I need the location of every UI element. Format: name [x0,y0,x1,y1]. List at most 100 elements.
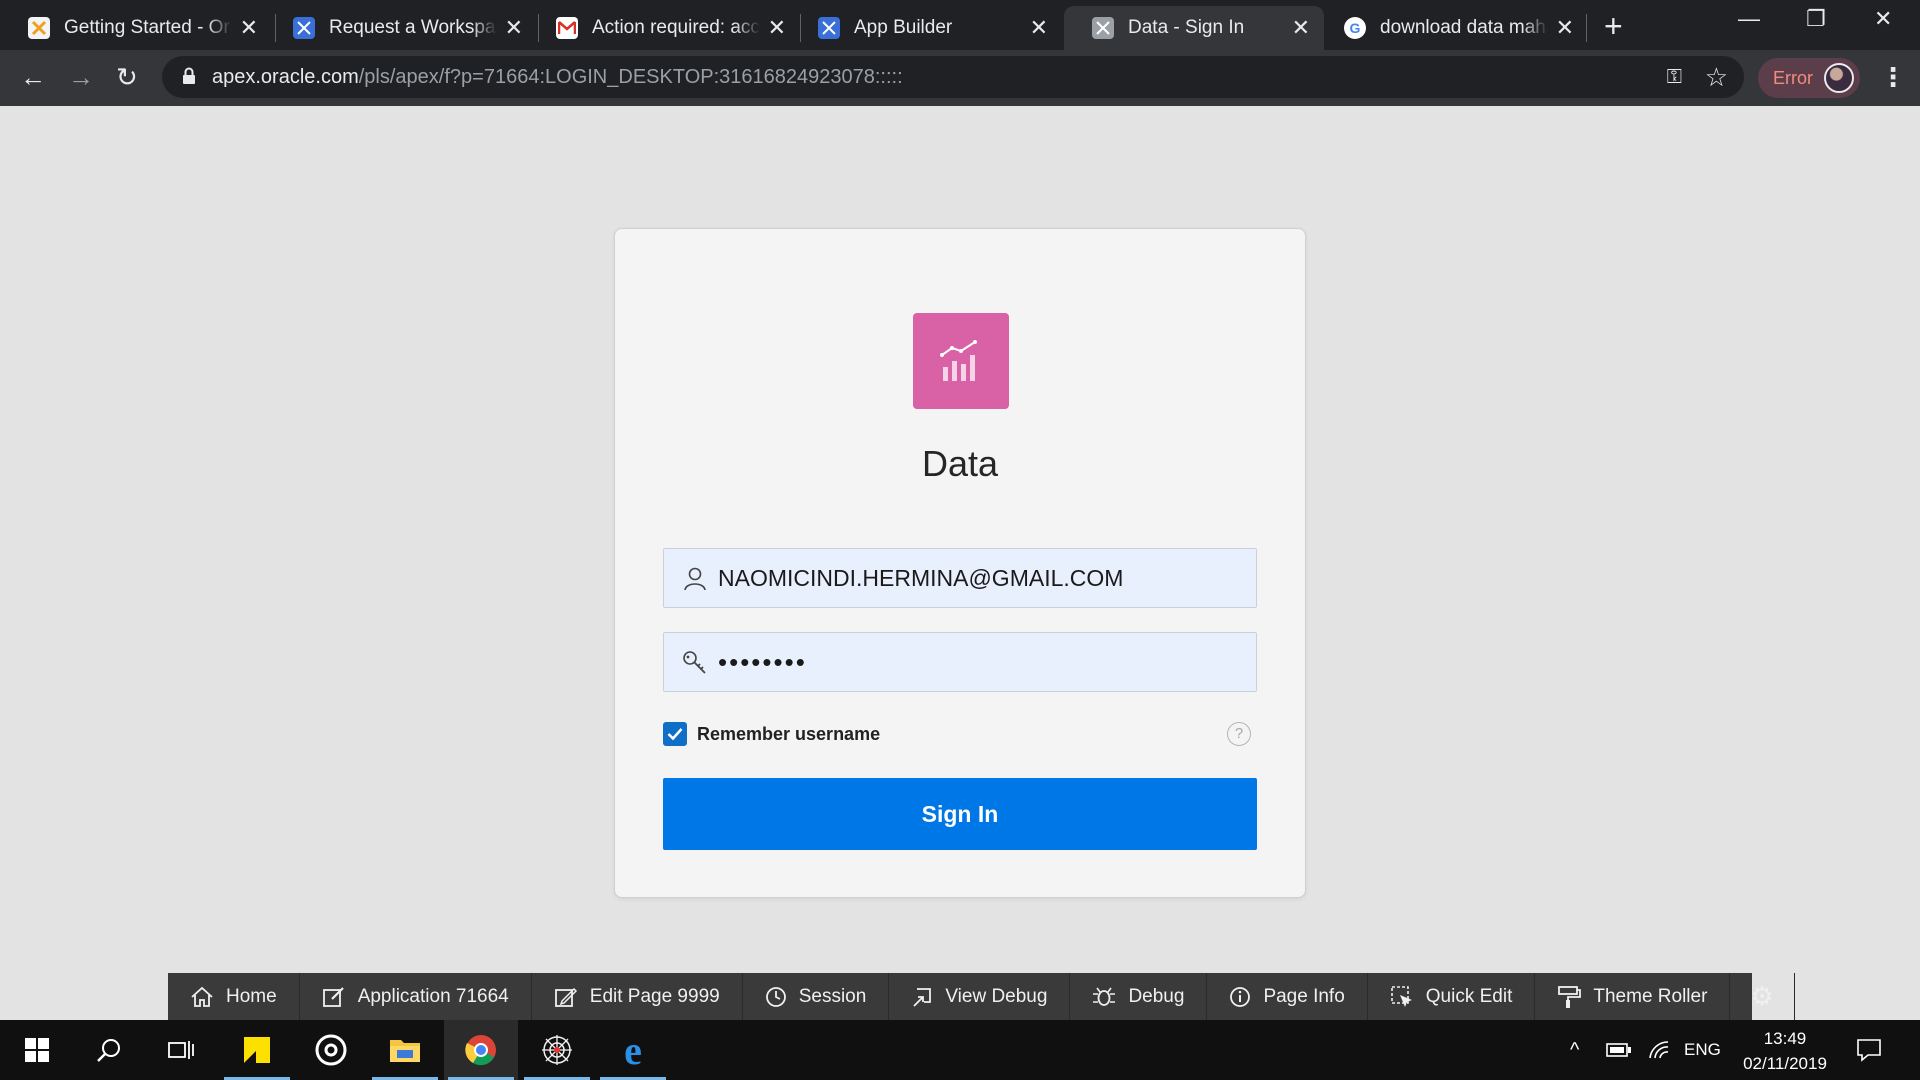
devbar-view-debug[interactable]: View Debug [889,973,1071,1020]
restore-icon[interactable]: ❐ [1806,6,1826,32]
windows-taskbar: e ^ ENG 13:49 02/11/2019 [0,1020,1920,1080]
language-label: ENG [1684,1040,1721,1059]
user-icon [684,567,706,591]
close-icon[interactable]: ✕ [505,15,523,41]
clock-date: 02/11/2019 [1743,1054,1827,1073]
devbar-label: Quick Edit [1425,985,1513,1007]
reload-icon[interactable]: ↻ [116,62,138,93]
key-icon [683,651,706,674]
username-input[interactable] [718,549,1248,607]
taskbar-chrome[interactable] [444,1020,518,1080]
devbar-label: Edit Page 9999 [589,985,720,1007]
tab-title: Data - Sign In [1128,17,1245,38]
devbar-debug[interactable]: Debug [1070,973,1208,1020]
avatar [1824,63,1854,93]
system-clock[interactable]: 13:49 02/11/2019 [1730,1026,1840,1076]
more-menu-icon[interactable]: ⋮ [1880,62,1906,93]
help-icon[interactable]: ? [1227,722,1251,746]
close-icon[interactable]: ✕ [1292,15,1310,41]
chevron-up-icon[interactable]: ^ [1570,1039,1579,1062]
tab-google-search[interactable]: G download data maha ✕ [1316,6,1588,50]
taskbar-edge[interactable]: e [596,1020,670,1080]
show-hidden-icons[interactable]: ^ [1570,1020,1579,1080]
close-icon[interactable]: ✕ [1030,15,1048,41]
devbar-session[interactable]: Session [743,973,890,1020]
app-title: Data [921,443,999,484]
profile-error-button[interactable]: Error [1758,58,1860,98]
new-tab-icon[interactable]: + [1604,8,1623,45]
taskbar-file-explorer[interactable] [368,1020,442,1080]
remember-username-label: Remember username [697,723,881,744]
remember-username[interactable]: Remember username [663,722,880,746]
apex-orange-icon [28,17,50,39]
start-button[interactable] [0,1020,74,1080]
task-view-icon [168,1041,194,1059]
task-view-button[interactable] [144,1020,218,1080]
browser-tab-strip: Getting Started - Oracle ✕ Request a Wor… [0,0,1920,50]
taskbar-network-app[interactable] [520,1020,594,1080]
devbar-quick-edit[interactable]: Quick Edit [1368,973,1536,1020]
sign-in-button[interactable]: Sign In [663,778,1257,850]
google-icon: G [1344,17,1366,39]
taskbar-search[interactable] [72,1020,146,1080]
tab-app-builder[interactable]: App Builder ✕ [790,6,1062,50]
password-input[interactable] [718,633,1248,691]
media-player-icon [315,1034,347,1066]
devbar-label: Home [226,985,277,1007]
edge-icon: e [624,1027,642,1073]
close-icon[interactable]: ✕ [240,15,258,41]
devbar-edit-page[interactable]: Edit Page 9999 [532,973,743,1020]
apex-blue-icon [293,17,315,39]
devbar-label: Session [798,985,867,1007]
gmail-icon [556,17,578,39]
tab-title: Action required: account [592,17,760,38]
folder-icon [390,1040,420,1062]
apex-blue-icon [818,17,840,39]
devbar-label: View Debug [945,985,1048,1007]
devbar-theme-roller[interactable]: Theme Roller [1535,973,1731,1020]
wifi-icon[interactable] [1648,1020,1670,1080]
battery-icon[interactable] [1606,1020,1632,1080]
username-field[interactable] [663,548,1257,608]
view-debug-icon [913,987,932,1007]
taskbar-groove[interactable] [294,1020,368,1080]
check-icon [667,728,683,741]
info-icon [1230,986,1251,1007]
app-logo-icon [913,313,1009,409]
window-close-icon[interactable]: ✕ [1874,6,1892,32]
minimize-icon[interactable]: — [1738,6,1760,32]
devbar-label: Theme Roller [1593,985,1708,1007]
tab-getting-started[interactable]: Getting Started - Oracle ✕ [0,6,272,50]
clock-time: 13:49 [1763,1029,1807,1048]
password-field[interactable] [663,632,1257,692]
url-text: apex.oracle.com/pls/apex/f?p=71664:LOGIN… [212,66,903,89]
key-icon[interactable]: ⚿ [1667,66,1682,89]
language-indicator[interactable]: ENG [1684,1020,1721,1080]
star-icon[interactable]: ☆ [1705,62,1728,93]
devbar-page-info[interactable]: Page Info [1207,973,1368,1020]
spider-web-icon [542,1035,572,1065]
forward-arrow-icon[interactable]: → [68,62,94,93]
devbar-settings[interactable]: ⚙ [1730,973,1795,1020]
lock-icon [183,67,195,84]
devbar-home[interactable]: Home [168,973,300,1020]
browser-toolbar: ← → ↻ apex.oracle.com/pls/apex/f?p=71664… [0,50,1920,106]
edit-icon [322,986,344,1007]
profile-status-label: Error [1773,68,1813,88]
clock-icon [765,986,786,1007]
bug-icon [1093,987,1116,1006]
tab-data-sign-in[interactable]: Data - Sign In ✕ [1064,6,1324,50]
tab-gmail-action-required[interactable]: Action required: account ✕ [528,6,800,50]
close-icon[interactable]: ✕ [768,15,786,41]
remember-username-checkbox[interactable] [663,722,687,746]
back-arrow-icon[interactable]: ← [20,62,46,93]
close-icon[interactable]: ✕ [1556,15,1574,41]
address-bar[interactable]: apex.oracle.com/pls/apex/f?p=71664:LOGIN… [162,56,1744,98]
tab-title: download data maha [1380,17,1548,38]
tab-request-workspace[interactable]: Request a Workspace ✕ [265,6,537,50]
devbar-application[interactable]: Application 71664 [300,973,532,1020]
tab-title: Getting Started - Oracle [64,17,232,38]
action-center-button[interactable] [1856,1020,1882,1080]
taskbar-sticky-notes[interactable] [220,1020,294,1080]
devbar-label: Application 71664 [357,985,509,1007]
